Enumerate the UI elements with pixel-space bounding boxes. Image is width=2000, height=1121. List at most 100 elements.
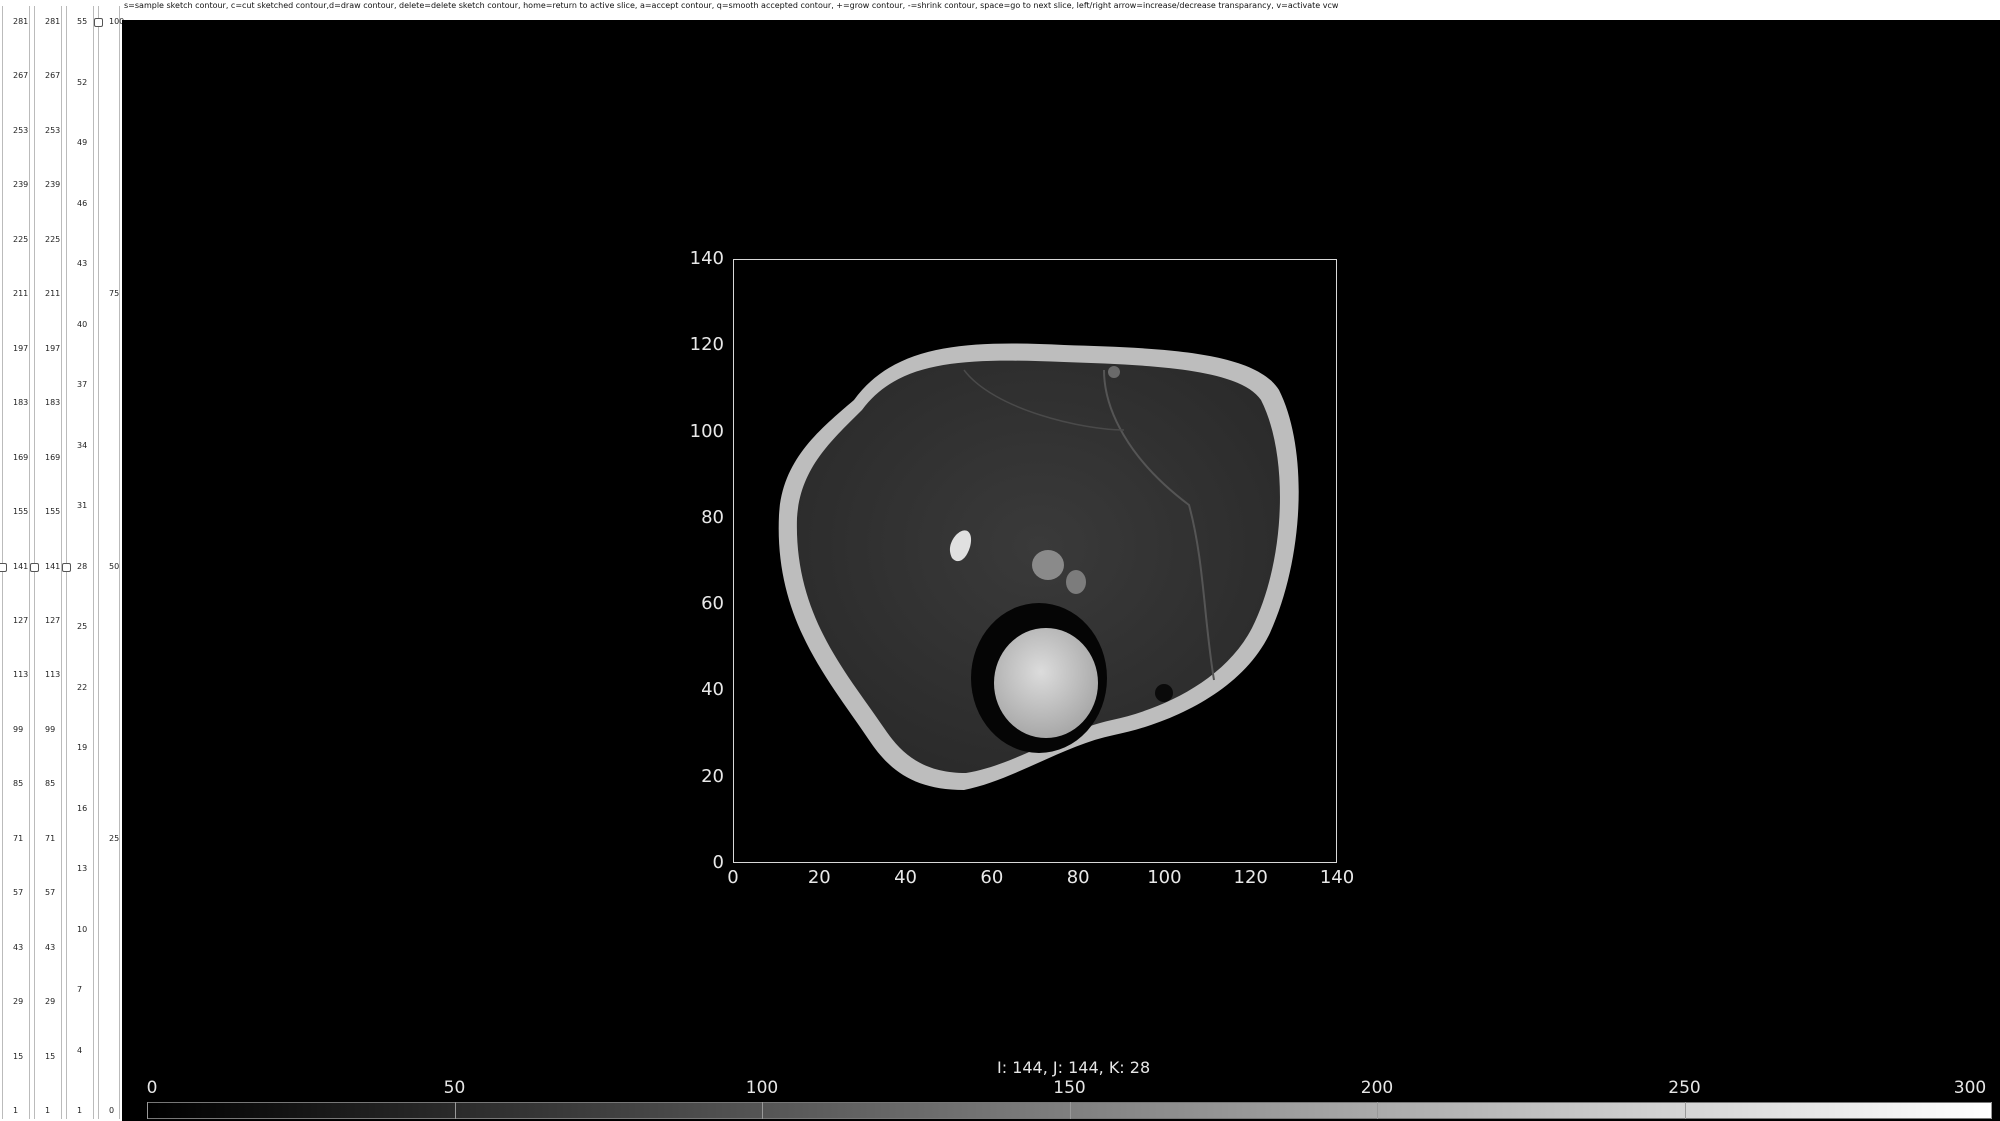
colorbar-tick-label: 200 (1360, 1078, 1394, 1098)
y-axis-tick-label: 140 (689, 248, 724, 269)
i-slider-tick-label: 253 (13, 125, 29, 135)
x-axis-tick-label: 0 (727, 867, 739, 888)
j-slider-tick-label: 211 (45, 289, 61, 299)
x-axis-tick-label: 60 (980, 867, 1004, 888)
colorbar-tick-mark (147, 1102, 148, 1119)
i-slider-tick-label: 99 (13, 724, 24, 734)
k-slider-tick-label: 1 (77, 1106, 83, 1115)
y-axis-tick-label: 80 (701, 506, 724, 528)
j-slider-tick-label: 141 (45, 561, 61, 571)
j-slider-tick-label: 169 (45, 452, 61, 462)
colorbar-tick-mark (454, 1102, 456, 1119)
colorbar-tick-label: 300 (1953, 1078, 1987, 1098)
j-slider-tick-label: 197 (45, 343, 61, 353)
x-axis-tick-label: 100 (1147, 867, 1182, 888)
k-slider-tick-label: 49 (77, 138, 88, 147)
i-slider-tick-label: 85 (13, 779, 24, 789)
colorbar-tick-mark (1991, 1102, 1992, 1119)
i-slider-tick-label: 1 (13, 1106, 19, 1115)
i-slider-tick-label: 155 (13, 507, 29, 517)
y-axis-tick-label: 100 (689, 420, 724, 442)
k-slider-tick-label: 19 (77, 743, 88, 752)
hint-bar-text: s=sample sketch contour, c=cut sketched … (124, 1, 1339, 10)
k-slider-tick-label: 46 (77, 198, 88, 208)
x-axis-tick-label: 140 (1319, 867, 1355, 888)
keyboard-shortcut-hint-bar: 100 s=sample sketch contour, c=cut sketc… (0, 0, 2000, 20)
opacity-slider-tick-label: 50 (109, 561, 120, 571)
colorbar-tick-mark (762, 1102, 763, 1119)
i-slider-tick-label: 57 (13, 888, 24, 898)
k-slider-tick-label: 31 (77, 501, 88, 510)
x-axis-tick-label: 40 (894, 867, 918, 888)
colorbar-tick-label: 150 (1053, 1078, 1086, 1098)
j-slider-tick-label: 225 (45, 234, 61, 244)
k-slider-tick-label: 40 (77, 319, 88, 329)
k-slider-tick-label: 43 (77, 259, 88, 268)
i-slider-tick-label: 43 (13, 942, 24, 952)
k-slider-tick-label: 4 (77, 1045, 83, 1055)
i-slider-tick-label: 239 (13, 180, 29, 190)
k-slider-tick-label: 28 (77, 561, 88, 571)
y-axis-tick-label: 60 (701, 593, 724, 615)
j-slider-tick-label: 29 (45, 997, 56, 1007)
j-slider-tick-label: 267 (45, 71, 61, 81)
i-slider-tick-label: 29 (13, 997, 24, 1007)
i-slider-tick-label: 267 (13, 71, 29, 81)
k-slider-tick-label: 10 (77, 924, 88, 934)
i-slider-tick-label: 15 (13, 1051, 24, 1061)
k-slider-thumb[interactable] (62, 562, 71, 572)
j-slider-tick-label: 1 (45, 1106, 51, 1115)
slice-slider-panel: 281 267 253 239 225 211 197 183 169 155 141 127 113 9… (0, 0, 124, 1121)
i-slider-tick-label: 211 (13, 289, 29, 299)
i-slider-thumb[interactable] (0, 562, 7, 572)
y-axis-tick-label: 120 (689, 334, 724, 356)
opacity-slider-thumb[interactable] (94, 18, 103, 27)
k-slider-tick-label: 55 (77, 17, 88, 26)
i-slider-tick-label: 225 (13, 234, 29, 244)
j-slider-thumb[interactable] (30, 562, 39, 572)
j-slider-tick-label: 71 (45, 833, 56, 843)
colorbar-tick-label: 100 (745, 1078, 779, 1098)
colorbar-tick-label: 50 (443, 1078, 466, 1098)
i-slider-tick-label: 169 (13, 452, 29, 462)
k-slider-tick-label: 52 (77, 77, 88, 87)
k-slider-tick-label: 13 (77, 864, 88, 873)
k-slider-tick-label: 37 (77, 380, 88, 389)
j-slider-tick-label: 281 (45, 17, 61, 26)
i-slider-tick-label: 71 (13, 833, 24, 843)
i-slider-tick-label: 113 (13, 670, 29, 680)
j-slider-tick-label: 43 (45, 942, 56, 952)
colorbar-tick-mark (1684, 1102, 1686, 1119)
k-slice-slider[interactable]: 55 52 49 46 43 40 37 34 31 28 25 22 19 16 13 10 7 4 1 (62, 6, 94, 1119)
image-axes-frame (733, 259, 1337, 863)
colorbar-tick-mark (1377, 1102, 1378, 1119)
i-slider-tick-label: 141 (13, 561, 29, 571)
voxel-coordinate-readout: I: 144, J: 144, K: 28 (997, 1058, 1151, 1077)
j-slider-tick-label: 155 (45, 507, 61, 517)
j-slider-tick-label: 113 (45, 670, 61, 680)
x-axis-tick-label: 20 (807, 867, 831, 888)
i-slider-tick-label: 183 (13, 398, 29, 408)
y-axis-tick-label: 40 (701, 679, 724, 701)
i-slider-tick-label: 281 (13, 17, 29, 26)
j-slider-tick-label: 127 (45, 615, 61, 625)
j-slider-tick-label: 85 (45, 779, 56, 789)
j-slider-tick-label: 253 (45, 125, 61, 135)
j-slice-slider[interactable]: 281 267 253 239 225 211 197 183 169 155 141 127 113 9… (30, 6, 62, 1119)
j-slider-tick-label: 99 (45, 724, 56, 734)
x-axis-tick-label: 120 (1233, 867, 1268, 888)
opacity-slider[interactable]: 100 75 50 25 0 (94, 6, 124, 1119)
colorbar-tick-label: 250 (1668, 1078, 1701, 1098)
y-axis-tick-label: 20 (701, 765, 724, 787)
colorbar-tick-mark (1069, 1102, 1071, 1119)
k-slider-tick-label: 34 (77, 440, 88, 450)
opacity-slider-tick-label: 0 (109, 1106, 115, 1115)
k-slider-tick-label: 22 (77, 682, 88, 692)
k-slider-tick-label: 16 (77, 803, 88, 813)
colorbar-tick-label: 0 (146, 1078, 158, 1098)
opacity-slider-tick-label: 25 (109, 833, 120, 843)
i-slice-slider[interactable]: 281 267 253 239 225 211 197 183 169 155 141 127 113 9… (0, 6, 30, 1119)
j-slider-tick-label: 15 (45, 1051, 56, 1061)
j-slider-tick-label: 239 (45, 180, 61, 190)
k-slider-tick-label: 7 (77, 985, 83, 994)
